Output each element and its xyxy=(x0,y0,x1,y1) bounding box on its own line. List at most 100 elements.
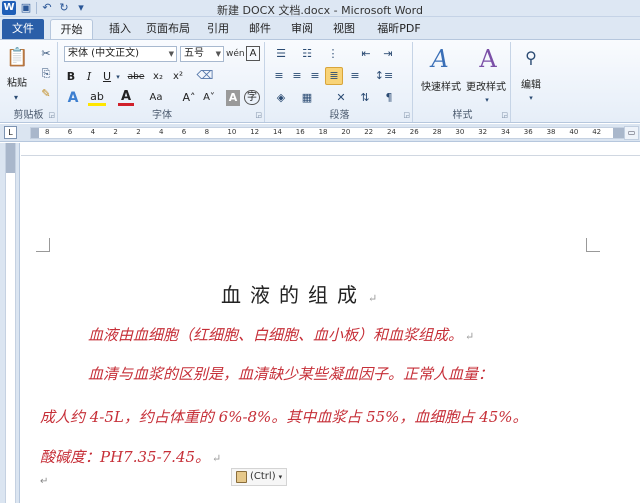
body-line-1[interactable]: 血液由血细胞（红细胞、白细胞、血小板）和血浆组成。 ↵ xyxy=(88,324,474,345)
tab-review[interactable]: 审阅 xyxy=(286,19,318,39)
quick-styles-button[interactable]: 快速样式 xyxy=(419,78,463,93)
ruler-number: 22 xyxy=(364,128,374,136)
numbering-icon[interactable]: ☷ xyxy=(297,46,317,62)
increase-indent-icon[interactable]: ⇥ xyxy=(379,46,397,62)
paragraph-group: ☰ ☷ ⋮ ⇤ ⇥ ≡ ≡ ≡ ≣ ≡ ↕≡ ◈ ▦ ✕ ⇅ ¶ 段落 ◲ xyxy=(267,42,413,122)
tab-page-layout[interactable]: 页面布局 xyxy=(143,19,193,39)
paste-dropdown-icon[interactable]: ▾ xyxy=(8,90,24,106)
borders-icon[interactable]: ▦ xyxy=(297,90,317,106)
char-shading-button[interactable]: A xyxy=(226,90,240,106)
font-size-select[interactable]: 五号 ▼ xyxy=(180,46,224,62)
underline-dropdown-icon[interactable]: ▾ xyxy=(114,69,122,85)
shading-icon[interactable]: ◈ xyxy=(271,90,291,106)
paragraph-launcher-icon[interactable]: ◲ xyxy=(403,111,410,119)
ruler-number: 8 xyxy=(45,128,50,136)
editing-group: ⚲ 编辑 ▾ xyxy=(513,42,549,122)
paste-options-button[interactable]: (Ctrl) ▾ xyxy=(231,468,288,486)
tab-home[interactable]: 开始 xyxy=(50,19,93,39)
clipboard-icon xyxy=(236,471,247,483)
shrink-font-button[interactable]: A˅ xyxy=(200,90,218,106)
line-spacing-icon[interactable]: ↕≡ xyxy=(373,68,395,84)
chinese-layout-icon[interactable]: ✕ xyxy=(331,90,351,106)
char-border-button[interactable]: A xyxy=(246,46,260,61)
ruler-number: 34 xyxy=(501,128,510,136)
body-line-2[interactable]: 血清与血浆的区别是，血清缺少某些凝血因子。正常人血量： xyxy=(88,363,493,384)
distributed-icon[interactable]: ≡ xyxy=(347,68,363,84)
tab-file[interactable]: 文件 xyxy=(2,19,44,39)
tab-insert[interactable]: 插入 xyxy=(102,19,138,39)
clipboard-group: 📋 粘贴 ▾ ✂ ⎘ ✎ 剪贴板 ◲ xyxy=(0,42,58,122)
bold-button[interactable]: B xyxy=(64,69,78,85)
text-highlight-icon[interactable]: ab xyxy=(88,90,106,106)
styles-group-label: 样式 xyxy=(452,110,473,121)
copy-icon[interactable]: ⎘ xyxy=(38,66,54,82)
editing-dropdown-icon[interactable]: ▾ xyxy=(523,90,539,106)
align-center-icon[interactable]: ≡ xyxy=(289,68,305,84)
bullets-icon[interactable]: ☰ xyxy=(271,46,291,62)
subscript-button[interactable]: x₂ xyxy=(150,69,166,85)
document-heading[interactable]: 血液的组成 ↵ xyxy=(221,279,377,308)
ruler-number: 26 xyxy=(409,128,419,136)
multilevel-list-icon[interactable]: ⋮ xyxy=(323,46,343,62)
paste-button[interactable]: 粘贴 xyxy=(4,74,30,89)
decrease-indent-icon[interactable]: ⇤ xyxy=(357,46,375,62)
font-launcher-icon[interactable]: ◲ xyxy=(255,111,262,119)
quick-styles-icon[interactable]: A xyxy=(427,44,453,74)
tab-selector[interactable]: L xyxy=(4,126,17,139)
vertical-ruler[interactable] xyxy=(0,143,20,503)
ruler-number: 2 xyxy=(113,128,118,136)
paste-options-label: (Ctrl) xyxy=(250,471,276,482)
chevron-down-icon: ▼ xyxy=(168,50,174,58)
editing-button[interactable]: 编辑 xyxy=(515,76,547,91)
text-effects-icon[interactable]: A xyxy=(64,90,82,106)
change-styles-icon[interactable]: A xyxy=(475,44,501,74)
ruler-number: 32 xyxy=(478,128,488,136)
ruler-number: 2 xyxy=(136,128,141,136)
cut-icon[interactable]: ✂ xyxy=(38,46,54,62)
tab-view[interactable]: 视图 xyxy=(328,19,360,39)
align-right-icon[interactable]: ≡ xyxy=(307,68,323,84)
body-line-3[interactable]: 成人约 4-5L，约占体重的 6%-8%。其中血浆占 55%，血细胞占 45%。 xyxy=(40,406,528,427)
superscript-button[interactable]: x² xyxy=(170,69,186,85)
paragraph-mark: ↵ xyxy=(212,452,222,465)
ruler-margin-left xyxy=(31,128,39,138)
font-name-select[interactable]: 宋体 (中文正文) ▼ xyxy=(64,46,177,62)
clipboard-launcher-icon[interactable]: ◲ xyxy=(48,111,55,119)
strikethrough-button[interactable]: abe xyxy=(126,69,146,85)
ruler-number: 18 xyxy=(318,128,328,136)
ruler-number: 28 xyxy=(432,128,442,136)
grow-font-button[interactable]: A˄ xyxy=(180,90,198,106)
tab-foxit-pdf[interactable]: 福昕PDF xyxy=(374,19,424,39)
tab-references[interactable]: 引用 xyxy=(202,19,234,39)
change-styles-button[interactable]: 更改样式 xyxy=(463,78,509,93)
format-painter-icon[interactable]: ✎ xyxy=(38,86,54,102)
change-case-button[interactable]: Aa xyxy=(146,90,166,106)
italic-button[interactable]: I xyxy=(82,69,96,85)
horizontal-ruler[interactable]: 8 6 4 2 2 4 6 8 10 12 14 16 18 20 22 24 26 28 30 32 34 36 38 40… xyxy=(30,127,630,139)
phonetic-guide-button[interactable]: wén xyxy=(226,46,245,62)
horizontal-ruler-row: L 8 6 4 2 2 4 6 8 10 12 14 16 18 20 22 24 26 28 30 32 34 36 38… xyxy=(0,124,640,142)
styles-launcher-icon[interactable]: ◲ xyxy=(501,111,508,119)
margin-corner-top-left xyxy=(36,238,50,252)
ruler-number: 42 xyxy=(592,128,602,136)
ruler-toggle-button[interactable]: ▭ xyxy=(624,126,639,140)
sort-icon[interactable]: ⇅ xyxy=(355,90,375,106)
ruler-number: 20 xyxy=(341,128,351,136)
clear-formatting-icon[interactable]: ⌫ xyxy=(196,67,214,83)
binoculars-icon[interactable]: ⚲ xyxy=(519,46,543,70)
vertical-ruler-margin xyxy=(6,143,15,173)
document-page[interactable]: 血液的组成 ↵ 血液由血细胞（红细胞、白细胞、血小板）和血浆组成。 ↵ 血清与血浆的… xyxy=(21,155,640,503)
font-name-value: 宋体 (中文正文) xyxy=(68,48,139,59)
show-marks-icon[interactable]: ¶ xyxy=(379,90,399,106)
underline-button[interactable]: U xyxy=(100,69,114,85)
enclose-characters-button[interactable]: 字 xyxy=(244,90,260,105)
title-bar: W ▣ ↶ ↻ ▾ 新建 DOCX 文档.docx - Microsoft Wo… xyxy=(0,0,640,17)
tab-mailings[interactable]: 邮件 xyxy=(244,19,276,39)
align-left-icon[interactable]: ≡ xyxy=(271,68,287,84)
font-size-value: 五号 xyxy=(184,48,204,59)
paragraph-group-label: 段落 xyxy=(329,110,350,121)
justify-icon[interactable]: ≣ xyxy=(325,67,343,85)
font-color-button[interactable]: A xyxy=(118,90,134,106)
body-line-4[interactable]: 酸碱度：PH7.35-7.45。 ↵ xyxy=(40,446,221,467)
paste-icon[interactable]: 📋 xyxy=(6,46,28,70)
